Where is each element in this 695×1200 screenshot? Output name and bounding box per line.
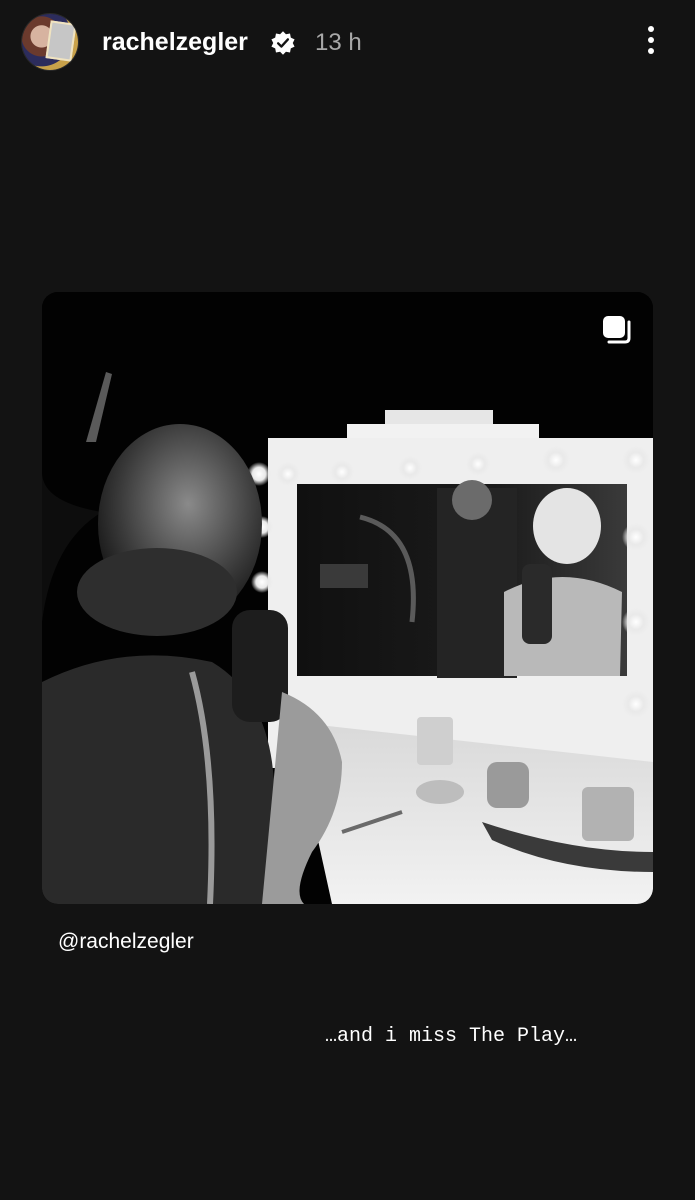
avatar[interactable] xyxy=(22,14,78,70)
post-timestamp: 13 h xyxy=(315,29,362,56)
mention-sticker[interactable]: @rachelzegler xyxy=(58,928,194,956)
story-caption: …and i miss The Play… xyxy=(325,1025,578,1048)
post-photo xyxy=(42,292,653,904)
verified-badge-icon xyxy=(271,31,295,55)
multiple-posts-icon xyxy=(603,316,631,344)
username[interactable]: rachelzegler xyxy=(102,26,248,58)
more-options-button[interactable] xyxy=(638,22,664,62)
story-header: rachelzegler 13 h xyxy=(0,0,695,86)
avatar-photo-frame xyxy=(45,20,77,62)
shared-post-card[interactable] xyxy=(42,292,653,904)
more-vertical-icon xyxy=(648,26,654,32)
